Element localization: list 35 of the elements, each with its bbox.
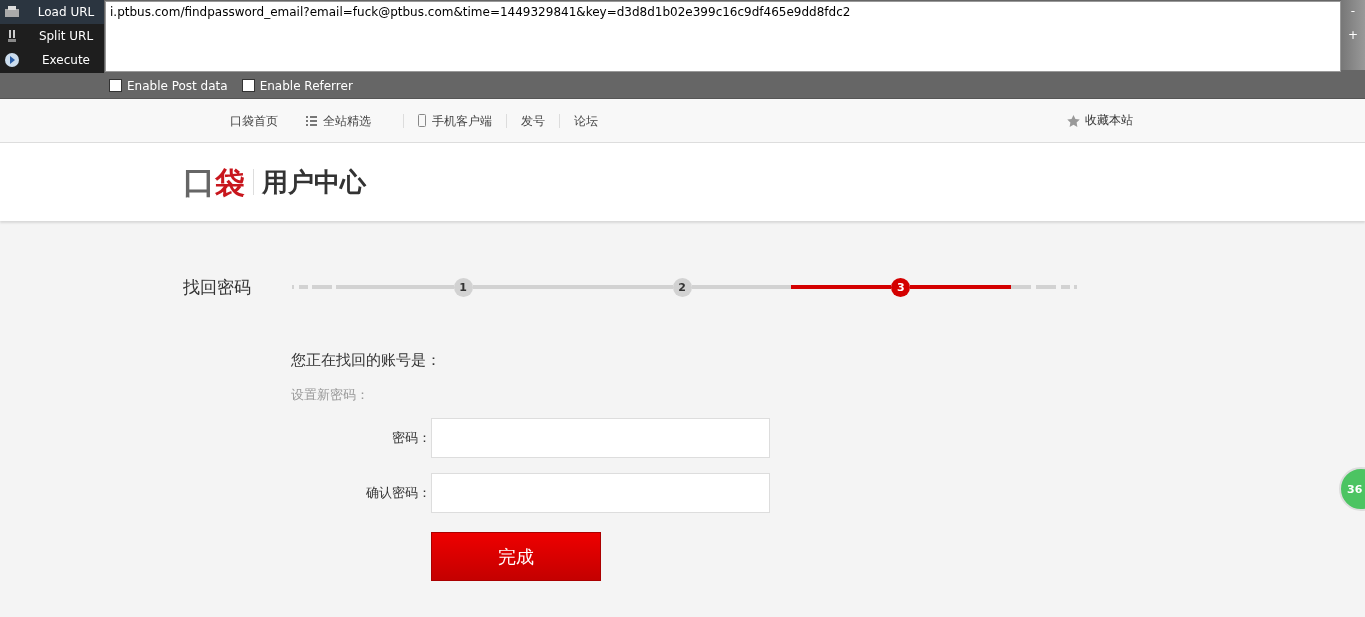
phone-icon [417, 114, 426, 127]
printer-icon [4, 5, 20, 19]
checkbox-label: Enable Referrer [259, 78, 353, 93]
password-field[interactable] [430, 418, 770, 458]
section-title: 找回密码 [182, 275, 252, 299]
field-label: 确认密码： [364, 484, 431, 502]
checkbox[interactable] [109, 79, 122, 92]
url-field[interactable]: i.ptbus.com/findpassword_email?email=fuck@ptbus.com&time=1449329841&key=d3d8d1b02e399c16c9df465e9dd8fdc2 [105, 1, 1341, 72]
nav-link[interactable]: 论坛 [558, 113, 612, 128]
toolbar-button[interactable]: Load URL [0, 0, 104, 24]
step-marker: 1 [453, 277, 473, 297]
logo-text: 袋 [214, 168, 245, 198]
toolbar-button[interactable]: Execute [0, 48, 104, 72]
nav-link[interactable]: 手机客户端 [402, 113, 506, 128]
section-label: 设置新密码： [290, 386, 370, 404]
step-marker: 2 [672, 277, 692, 297]
nav-link[interactable]: 全站精选 [291, 113, 385, 128]
nav-link[interactable]: 发号 [505, 113, 559, 128]
list-icon [305, 115, 317, 126]
toolbar-button[interactable]: Split URL [0, 24, 104, 48]
step-marker: 3 [891, 277, 911, 297]
submit-button[interactable]: 完成 [430, 532, 601, 581]
field-label: 密码： [390, 429, 431, 447]
star-icon [1066, 114, 1080, 127]
password-field[interactable] [430, 473, 770, 513]
nav-link[interactable]: 口袋首页 [215, 113, 292, 128]
logo-text: 口 [182, 166, 215, 198]
play-icon [4, 52, 20, 68]
zoom-out-button[interactable]: - [1350, 4, 1356, 18]
zoom-in-button[interactable]: + [1347, 28, 1359, 42]
bookmark-link[interactable]: 收藏本站 [1066, 112, 1133, 129]
page-title: 用户中心 [261, 165, 366, 199]
checkbox-label: Enable Post data [127, 78, 228, 93]
checkbox[interactable] [241, 79, 255, 92]
account-label: 您正在找回的账号是： [290, 351, 442, 370]
